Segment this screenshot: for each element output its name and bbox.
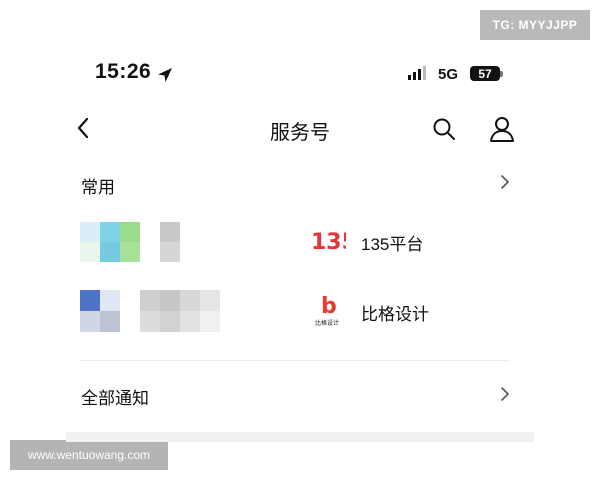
location-arrow-icon (158, 68, 172, 82)
account-name-135[interactable]: 135平台 (361, 230, 423, 255)
account-name-bige[interactable]: 比格设计 (361, 300, 429, 325)
section-title-frequent: 常用 (81, 178, 115, 197)
battery-indicator: 57 (470, 66, 500, 81)
section-gap (66, 432, 534, 442)
watermark-top: TG: MYYJJPP (480, 10, 590, 40)
logo-bige-icon[interactable]: b 比格设计 (312, 292, 344, 328)
svg-text:比格设计: 比格设计 (315, 319, 339, 327)
svg-text:b: b (321, 294, 337, 319)
person-icon[interactable] (488, 115, 516, 143)
pixelated-account-2[interactable] (80, 290, 220, 332)
chevron-right-icon[interactable] (500, 174, 510, 190)
logo-135-icon[interactable]: 135 (310, 226, 346, 254)
svg-text:135: 135 (311, 230, 346, 254)
chevron-right-icon[interactable] (500, 386, 510, 402)
network-type: 5G (438, 66, 459, 83)
chevron-left-icon[interactable] (76, 116, 90, 140)
divider (80, 360, 510, 361)
section-title-all[interactable]: 全部通知 (81, 384, 149, 409)
battery-tip (500, 71, 503, 77)
status-time: 15:26 (95, 60, 152, 83)
pixelated-account-1[interactable] (80, 222, 180, 262)
search-icon[interactable] (432, 117, 456, 141)
page-title: 服务号 (270, 122, 330, 144)
watermark-bottom: www.wentuowang.com (10, 440, 168, 470)
battery-level: 57 (478, 66, 492, 81)
signal-bars-icon (408, 66, 426, 80)
